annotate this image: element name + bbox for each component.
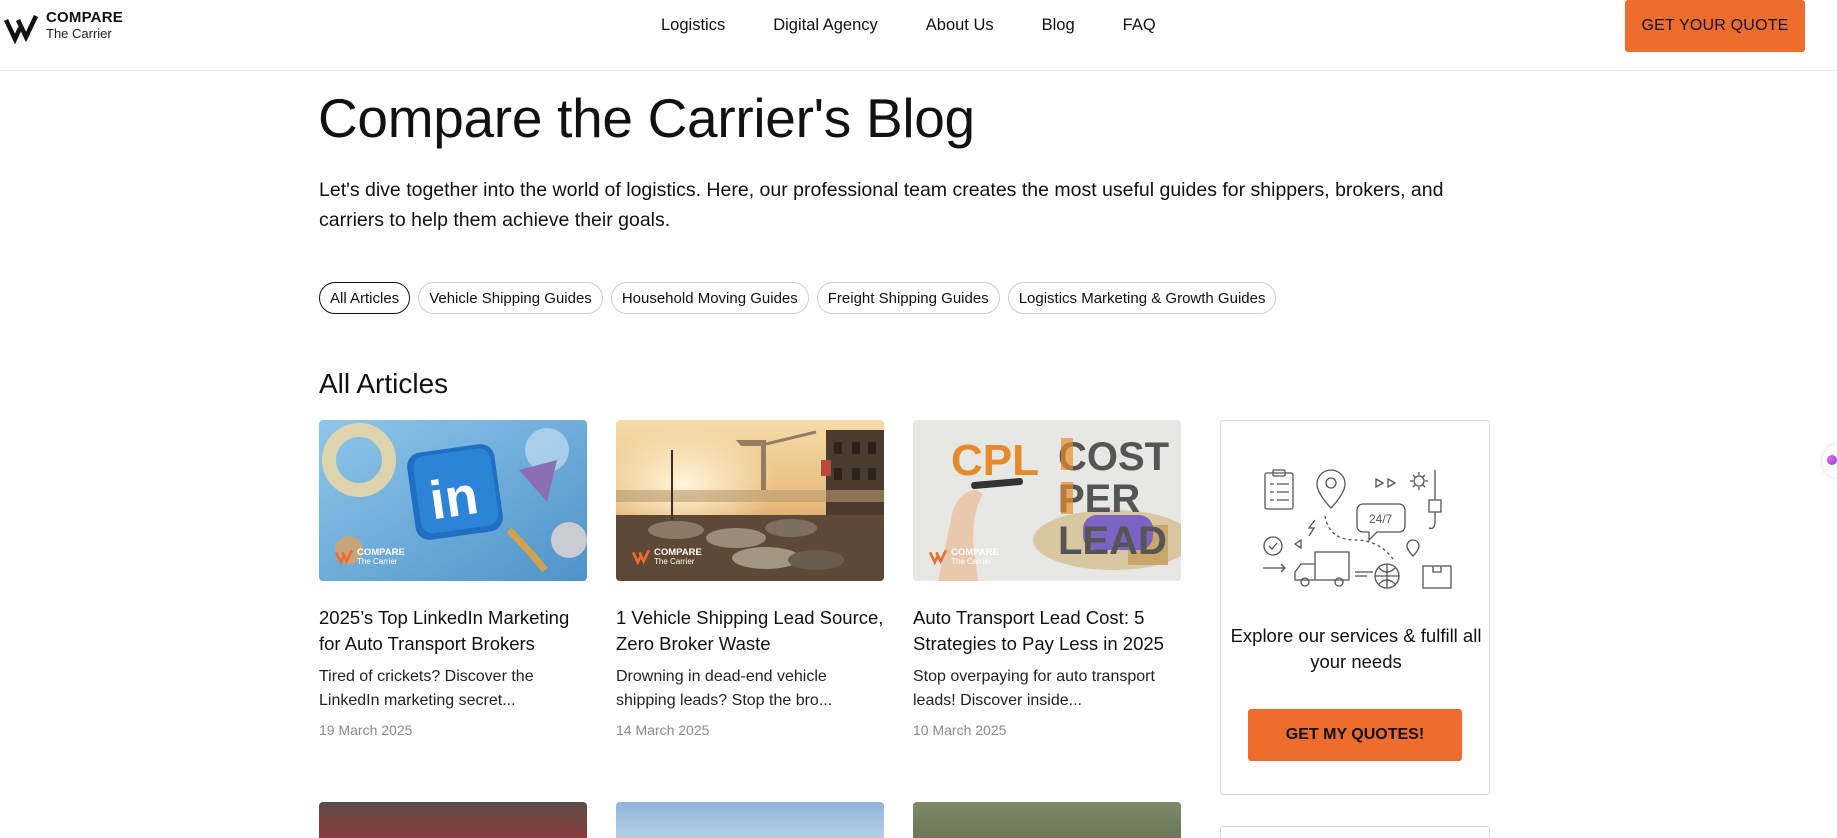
article-excerpt: Tired of crickets? Discover the LinkedIn… [319, 668, 534, 709]
section-title: All Articles [319, 368, 449, 399]
secondary-sidebar-card [1220, 826, 1490, 838]
clock-check-icon [1263, 536, 1283, 556]
page-title: Compare the Carrier's Blog [318, 87, 975, 149]
main-nav: Logistics Digital Agency About Us Blog F… [661, 16, 1156, 35]
arrow-right-icon [1263, 563, 1286, 573]
filter-all-articles[interactable]: All Articles [319, 282, 411, 314]
image-brand-badge: COMPARE The Carrier [929, 546, 999, 567]
article-card[interactable]: COMPARE The Carrier 1 Vehicle Shipping Le… [616, 420, 884, 738]
badge-brand: COMPARE [357, 546, 405, 558]
badge-brand: COMPARE [951, 546, 999, 558]
filter-household-moving[interactable]: Household Moving Guides [610, 282, 809, 314]
logistics-line-illustration: 24/7 [1263, 469, 1452, 589]
lightning-icon [1307, 519, 1316, 537]
site-logo[interactable]: COMPARE The Carrier [4, 10, 123, 44]
logo-brand-text: COMPARE [46, 9, 123, 26]
image-brand-badge: COMPARE The Carrier [335, 546, 405, 567]
badge-brand: COMPARE [654, 546, 702, 558]
article-title[interactable]: 2025’s Top LinkedIn Marketing for Auto T… [319, 605, 587, 657]
badge-sub: The Carrier [357, 557, 398, 566]
article-date: 10 March 2025 [913, 722, 1007, 738]
filter-vehicle-shipping[interactable]: Vehicle Shipping Guides [418, 282, 603, 314]
small-pin-icon [1406, 539, 1420, 557]
page-intro: Let's dive together into the world of lo… [319, 179, 1444, 231]
badge-sub: The Carrier [951, 557, 992, 566]
article-image-peek[interactable] [913, 802, 1181, 838]
article-card[interactable]: CPL COST PER LEAD COMPARE The Carrier Aut… [913, 420, 1181, 738]
lead-text: LEAD [1058, 519, 1167, 563]
article-image[interactable]: in COMPARE The Carrier [319, 420, 587, 581]
cpl-text: CPL [951, 436, 1039, 485]
nav-blog[interactable]: Blog [1042, 16, 1075, 35]
article-image-peek[interactable] [616, 802, 884, 838]
services-promo-card: 24/7 Explore our services & fulfill all … [1220, 420, 1490, 795]
article-title[interactable]: 1 Vehicle Shipping Lead Source, Zero Bro… [616, 605, 884, 657]
chat-widget-icon [1827, 455, 1837, 465]
compare-carrier-logo-icon [4, 15, 38, 44]
site-header: COMPARE The Carrier Logistics Digital Ag… [0, 0, 1837, 71]
location-pin-icon [1316, 469, 1346, 509]
crane-hook-icon [1428, 470, 1442, 530]
logo-sub-text: The Carrier [46, 25, 112, 41]
chat-widget-button[interactable] [1823, 444, 1837, 478]
nav-about-us[interactable]: About Us [926, 16, 994, 35]
cost-text: COST [1058, 435, 1169, 479]
article-excerpt: Drowning in dead-end vehicle shipping le… [616, 668, 833, 709]
article-date: 19 March 2025 [319, 722, 413, 738]
article-image[interactable]: CPL COST PER LEAD COMPARE The Carrier [913, 420, 1181, 581]
filter-logistics-marketing[interactable]: Logistics Marketing & Growth Guides [1007, 282, 1277, 314]
badge-sub: The Carrier [654, 557, 695, 566]
nav-faq[interactable]: FAQ [1123, 16, 1156, 35]
gear-icon [1413, 475, 1425, 487]
support-24-7-text: 24/7 [1369, 512, 1393, 526]
get-my-quotes-button[interactable]: GET MY QUOTES! [1248, 709, 1462, 761]
get-your-quote-button[interactable]: GET YOUR QUOTE [1625, 0, 1805, 52]
delivery-truck-icon [1294, 551, 1350, 581]
article-date: 14 March 2025 [616, 722, 710, 738]
compare-carrier-logo-icon [632, 549, 650, 566]
rewind-icon [1293, 538, 1302, 550]
fast-forward-icon [1375, 477, 1397, 489]
article-image-peek[interactable] [319, 802, 587, 838]
svg-text:in: in [426, 465, 482, 531]
nav-digital-agency[interactable]: Digital Agency [773, 16, 878, 35]
article-image[interactable]: COMPARE The Carrier [616, 420, 884, 581]
promo-text: Explore our services & fulfill all your … [1230, 625, 1482, 672]
article-card[interactable]: in COMPARE The Carrier 2025’s Top LinkedI… [319, 420, 587, 738]
compare-carrier-logo-icon [929, 549, 947, 566]
image-brand-badge: COMPARE The Carrier [632, 546, 702, 567]
category-filters: All Articles Vehicle Shipping Guides Hou… [319, 282, 1284, 314]
package-box-icon [1422, 565, 1452, 589]
article-excerpt: Stop overpaying for auto transport leads… [913, 668, 1155, 709]
filter-freight-shipping[interactable]: Freight Shipping Guides [816, 282, 1000, 314]
nav-logistics[interactable]: Logistics [661, 16, 725, 35]
clipboard-icon [1264, 472, 1294, 510]
article-title[interactable]: Auto Transport Lead Cost: 5 Strategies t… [913, 605, 1181, 657]
compare-carrier-logo-icon [335, 549, 353, 566]
